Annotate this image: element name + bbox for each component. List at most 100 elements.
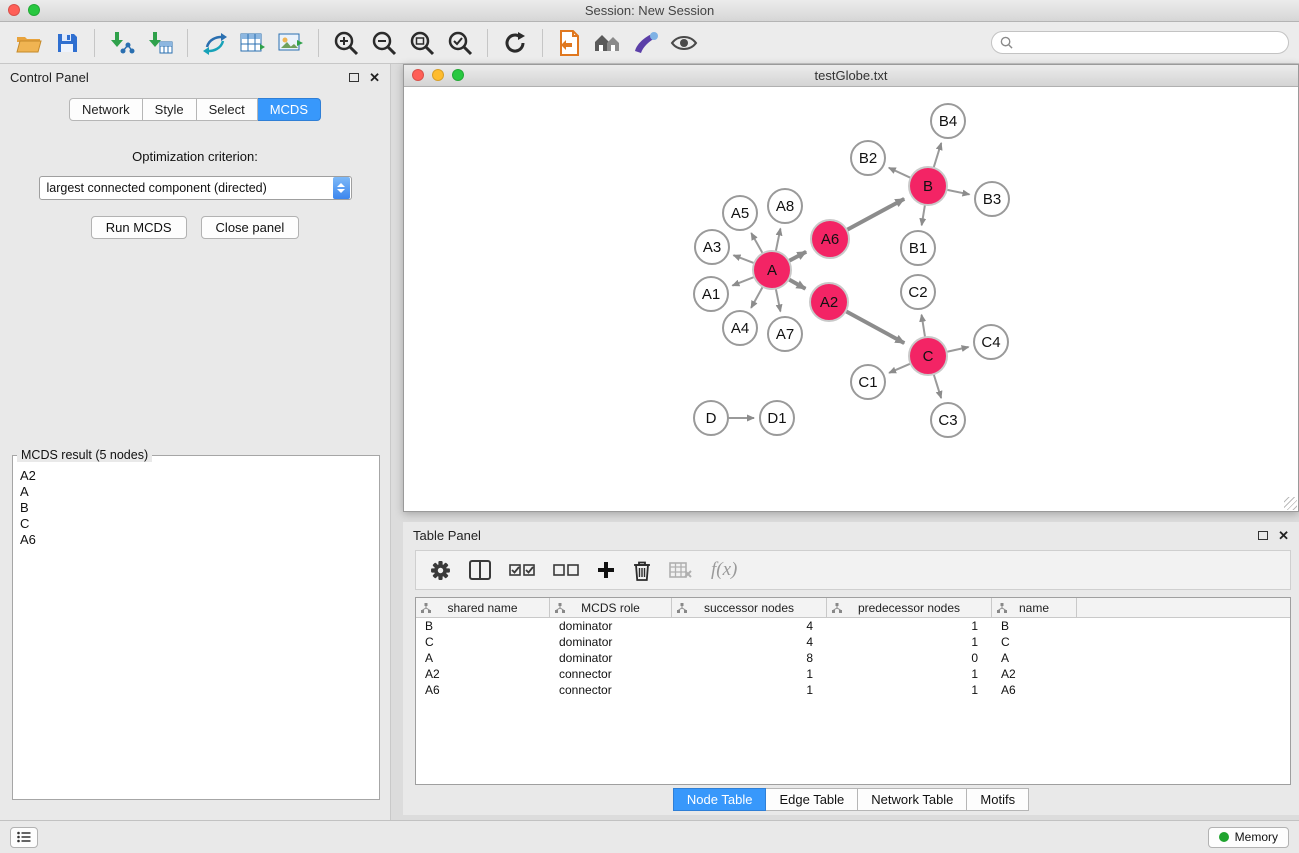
search-field[interactable] xyxy=(991,31,1289,54)
tab-select[interactable]: Select xyxy=(197,98,258,121)
close-panel-button[interactable]: Close panel xyxy=(201,216,300,239)
task-history-button[interactable] xyxy=(10,827,38,848)
deselect-all-columns-icon[interactable] xyxy=(553,563,579,577)
open-session-icon[interactable] xyxy=(10,26,48,60)
edge-A-A1[interactable] xyxy=(732,277,754,286)
column-header-MCDS-role[interactable]: MCDS role xyxy=(550,598,672,617)
refresh-layout-icon[interactable] xyxy=(496,26,534,60)
zoom-out-icon[interactable] xyxy=(365,26,403,60)
eye-icon[interactable] xyxy=(665,26,703,60)
tab-network-table[interactable]: Network Table xyxy=(858,788,967,811)
result-item[interactable]: B xyxy=(20,500,372,516)
node-A[interactable]: A xyxy=(753,251,791,289)
node-B[interactable]: B xyxy=(909,167,947,205)
column-header-shared-name[interactable]: shared name xyxy=(416,598,550,617)
close-table-panel-icon[interactable]: ✕ xyxy=(1278,529,1289,542)
edge-A-A3[interactable] xyxy=(733,255,754,263)
import-network-icon[interactable] xyxy=(103,26,141,60)
node-B3[interactable]: B3 xyxy=(975,182,1009,216)
memory-button[interactable]: Memory xyxy=(1208,827,1289,848)
search-input[interactable] xyxy=(1018,36,1280,50)
node-B4[interactable]: B4 xyxy=(931,104,965,138)
edge-B-B4[interactable] xyxy=(934,143,942,168)
network-minimize-button[interactable] xyxy=(432,69,444,81)
node-C[interactable]: C xyxy=(909,337,947,375)
column-header-name[interactable]: name xyxy=(992,598,1077,617)
edge-B-B2[interactable] xyxy=(889,168,911,178)
zoom-in-icon[interactable] xyxy=(327,26,365,60)
node-C3[interactable]: C3 xyxy=(931,403,965,437)
optimization-criterion-dropdown[interactable]: largest connected component (directed) xyxy=(39,176,352,200)
column-header-successor-nodes[interactable]: successor nodes xyxy=(672,598,827,617)
resize-grip[interactable] xyxy=(1284,497,1297,510)
import-document-icon[interactable] xyxy=(551,26,589,60)
edge-A2-C[interactable] xyxy=(846,311,905,343)
edge-A-A2[interactable] xyxy=(789,279,806,288)
node-B2[interactable]: B2 xyxy=(851,141,885,175)
node-A3[interactable]: A3 xyxy=(695,230,729,264)
edge-A-A7[interactable] xyxy=(776,289,781,312)
node-A6[interactable]: A6 xyxy=(811,220,849,258)
select-all-columns-icon[interactable] xyxy=(509,563,535,577)
edge-C-C4[interactable] xyxy=(947,347,969,352)
delete-column-trash-icon[interactable] xyxy=(633,560,651,581)
float-panel-icon[interactable] xyxy=(349,73,359,82)
dropdown-stepper-icon[interactable] xyxy=(333,177,350,199)
float-table-panel-icon[interactable] xyxy=(1258,531,1268,540)
edge-B-B1[interactable] xyxy=(922,205,925,226)
node-C2[interactable]: C2 xyxy=(901,275,935,309)
tab-mcds[interactable]: MCDS xyxy=(258,98,321,121)
close-window-button[interactable] xyxy=(8,4,20,16)
node-table[interactable]: shared nameMCDS rolesuccessor nodesprede… xyxy=(415,597,1291,785)
visual-style-brush-icon[interactable] xyxy=(627,26,665,60)
edge-A-A5[interactable] xyxy=(751,233,762,253)
result-item[interactable]: C xyxy=(20,516,372,532)
zoom-selected-icon[interactable] xyxy=(441,26,479,60)
show-columns-icon[interactable] xyxy=(469,560,491,580)
table-row[interactable]: A6connector11A6 xyxy=(416,682,1290,698)
table-row[interactable]: Adominator80A xyxy=(416,650,1290,666)
node-A8[interactable]: A8 xyxy=(768,189,802,223)
table-row[interactable]: A2connector11A2 xyxy=(416,666,1290,682)
edge-C-C3[interactable] xyxy=(934,374,941,398)
edge-A-A4[interactable] xyxy=(751,287,763,308)
edge-C-C1[interactable] xyxy=(889,364,910,373)
network-window-titlebar[interactable]: testGlobe.txt xyxy=(404,65,1298,87)
network-canvas[interactable]: B4B2BB3A5A8A6B1A3AC2A1A2A4A7C4CC1C3DD1 xyxy=(404,87,1298,511)
table-row[interactable]: Cdominator41C xyxy=(416,634,1290,650)
home-icon[interactable] xyxy=(589,26,627,60)
column-header-predecessor-nodes[interactable]: predecessor nodes xyxy=(827,598,992,617)
edge-B-B3[interactable] xyxy=(947,190,970,195)
table-row[interactable]: Bdominator41B xyxy=(416,618,1290,634)
network-graph[interactable]: B4B2BB3A5A8A6B1A3AC2A1A2A4A7C4CC1C3DD1 xyxy=(404,87,1298,511)
save-session-icon[interactable] xyxy=(48,26,86,60)
zoom-fit-icon[interactable] xyxy=(403,26,441,60)
export-image-icon[interactable] xyxy=(272,26,310,60)
result-item[interactable]: A2 xyxy=(20,468,372,484)
function-builder-icon[interactable]: f(x) xyxy=(711,559,737,581)
result-item[interactable]: A xyxy=(20,484,372,500)
tab-motifs[interactable]: Motifs xyxy=(967,788,1029,811)
node-B1[interactable]: B1 xyxy=(901,231,935,265)
edge-A6-B[interactable] xyxy=(847,199,905,230)
edge-C-C2[interactable] xyxy=(922,315,926,338)
node-A5[interactable]: A5 xyxy=(723,196,757,230)
delete-table-icon[interactable] xyxy=(669,561,693,579)
share-network-icon[interactable] xyxy=(196,26,234,60)
node-D[interactable]: D xyxy=(694,401,728,435)
tab-network[interactable]: Network xyxy=(69,98,143,121)
close-panel-icon[interactable]: ✕ xyxy=(369,71,380,84)
network-zoom-button[interactable] xyxy=(452,69,464,81)
edge-A-A6[interactable] xyxy=(789,252,806,261)
node-D1[interactable]: D1 xyxy=(760,401,794,435)
node-A1[interactable]: A1 xyxy=(694,277,728,311)
node-A4[interactable]: A4 xyxy=(723,311,757,345)
table-settings-gear-icon[interactable] xyxy=(430,560,451,581)
mcds-result-list[interactable]: A2ABCA6 xyxy=(15,466,377,797)
network-close-button[interactable] xyxy=(412,69,424,81)
node-A2[interactable]: A2 xyxy=(810,283,848,321)
new-network-table-icon[interactable] xyxy=(234,26,272,60)
node-A7[interactable]: A7 xyxy=(768,317,802,351)
node-C4[interactable]: C4 xyxy=(974,325,1008,359)
result-item[interactable]: A6 xyxy=(20,532,372,548)
